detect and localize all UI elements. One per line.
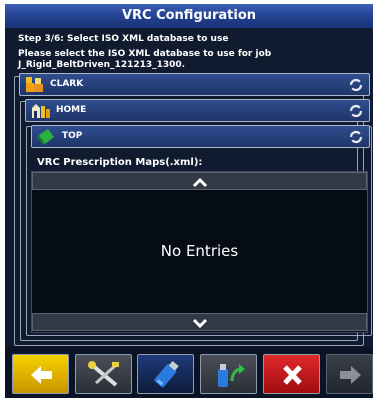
refresh-icon[interactable] xyxy=(349,129,363,144)
scroll-up-button[interactable] xyxy=(32,172,367,190)
tree-item-top[interactable]: TOP xyxy=(31,125,370,148)
next-button[interactable] xyxy=(326,354,373,394)
empty-list-message: No Entries xyxy=(160,242,239,260)
vrc-configuration-screen: VRC Configuration Step 3/6: Select ISO X… xyxy=(5,4,373,398)
list-title: VRC Prescription Maps(.xml): xyxy=(37,157,203,168)
cancel-button[interactable] xyxy=(263,354,320,394)
refresh-icon[interactable] xyxy=(349,103,363,118)
step-heading: Step 3/6: Select ISO XML database to use xyxy=(18,34,229,44)
scroll-down-button[interactable] xyxy=(32,313,367,331)
export-usb-button[interactable] xyxy=(200,354,257,394)
close-icon xyxy=(283,365,302,385)
arrow-left-icon xyxy=(31,366,52,384)
bottom-toolbar xyxy=(5,348,373,398)
chevron-up-icon xyxy=(192,177,208,188)
field-icon xyxy=(36,127,58,146)
tree-item-top-label: TOP xyxy=(62,131,83,141)
farm-icon xyxy=(30,101,52,120)
tree-item-clark[interactable]: CLARK xyxy=(19,73,370,96)
tree-item-home[interactable]: HOME xyxy=(25,99,370,122)
prescription-map-list[interactable]: No Entries xyxy=(31,171,368,333)
usb-drive-icon xyxy=(154,360,179,388)
step-instruction-line1: Please select the ISO XML database to us… xyxy=(18,49,272,59)
usb-export-icon xyxy=(218,364,245,387)
chevron-down-icon xyxy=(192,318,208,329)
tree-item-home-label: HOME xyxy=(56,105,87,115)
tools-button[interactable] xyxy=(75,354,132,394)
arrow-right-icon xyxy=(340,366,361,384)
step-instruction-line2: J_Rigid_BeltDriven_121213_1300. xyxy=(18,60,186,70)
back-button[interactable] xyxy=(12,354,69,394)
window-title: VRC Configuration xyxy=(5,4,373,28)
users-icon xyxy=(24,75,46,94)
usb-drive-button[interactable] xyxy=(137,354,194,394)
refresh-icon[interactable] xyxy=(349,77,363,92)
crossed-tools-icon xyxy=(88,361,119,387)
tree-item-clark-label: CLARK xyxy=(50,79,84,89)
